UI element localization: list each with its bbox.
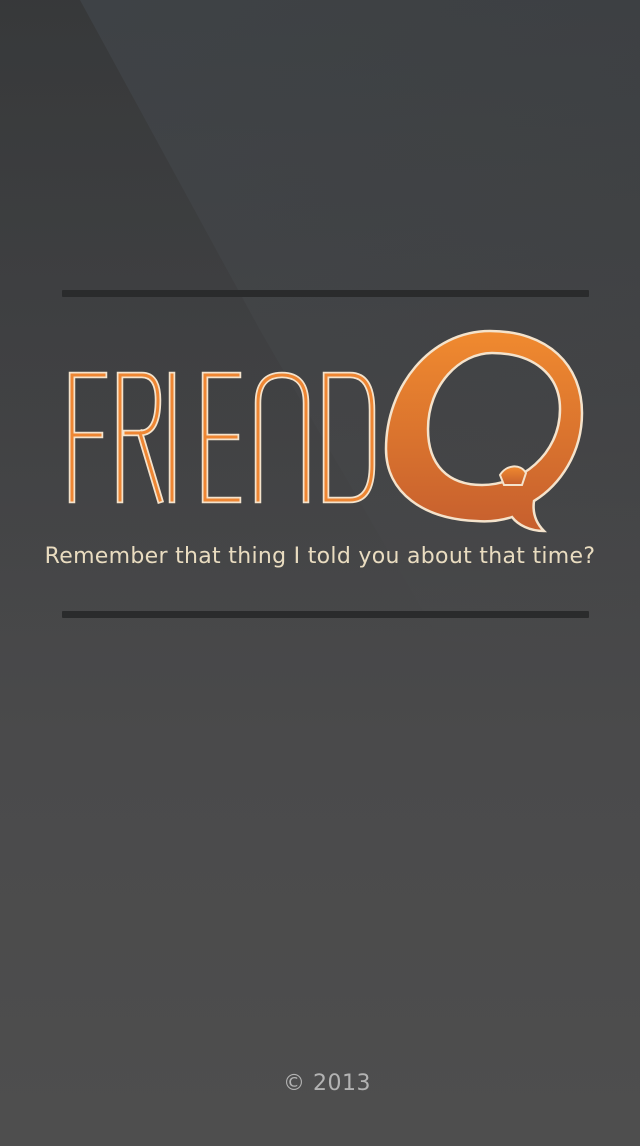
logo-q-speech-bubble xyxy=(384,329,584,533)
friendq-logo-graphic xyxy=(68,329,584,533)
bottom-divider xyxy=(62,611,589,618)
background-light-beam xyxy=(0,0,640,660)
top-divider xyxy=(62,290,589,297)
friendq-logo xyxy=(60,325,590,540)
splash-screen: Remember that thing I told you about tha… xyxy=(0,0,640,1146)
app-tagline: Remember that thing I told you about tha… xyxy=(44,544,596,569)
copyright-text: © 2013 xyxy=(283,1071,371,1096)
logo-word-friend xyxy=(68,371,376,505)
